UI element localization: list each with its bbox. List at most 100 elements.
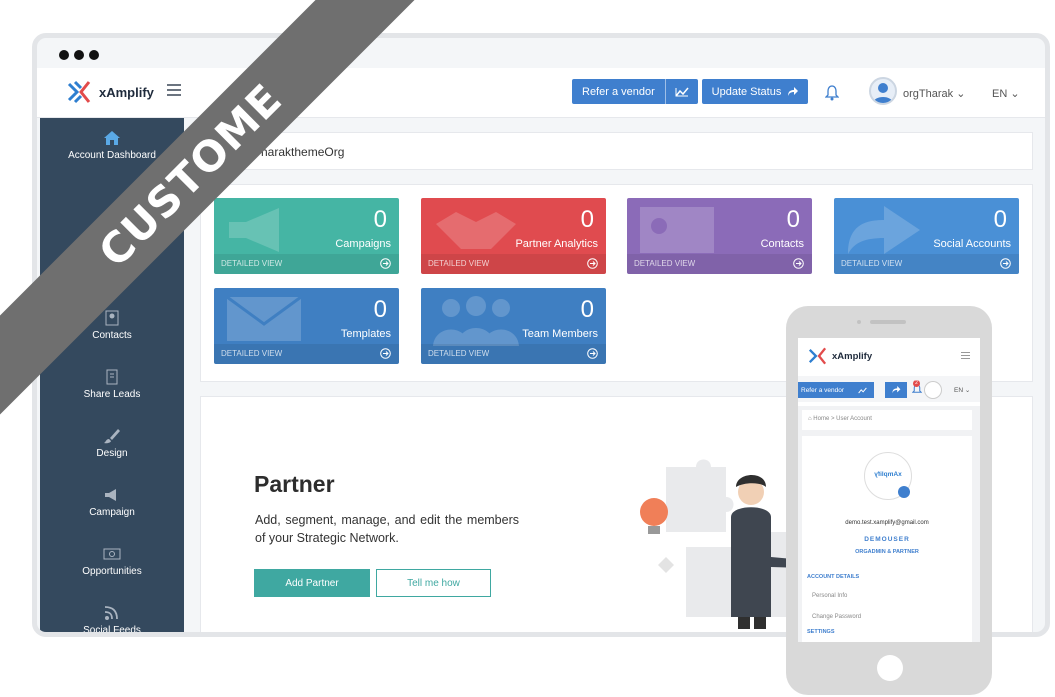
update-status-button[interactable]: Update Status bbox=[702, 79, 808, 104]
detailed-view-link[interactable]: DETAILED VIEW bbox=[421, 254, 606, 274]
mobile-app-logo[interactable]: xAmplify bbox=[808, 346, 872, 366]
sidebar-item-social-feeds[interactable]: Social Feeds bbox=[40, 605, 184, 636]
card-title: Team Members bbox=[522, 328, 598, 340]
arrow-circle-right-icon bbox=[587, 258, 598, 269]
partner-title: Partner bbox=[254, 471, 335, 497]
detailed-view-link[interactable]: DETAILED VIEW bbox=[627, 254, 812, 274]
refer-vendor-button[interactable]: Refer a vendor bbox=[572, 79, 698, 104]
templates-card[interactable]: 0 Templates DETAILED VIEW bbox=[214, 288, 399, 364]
notification-count: 2 bbox=[913, 380, 920, 387]
card-count: 0 bbox=[373, 206, 387, 233]
menu-toggle-icon[interactable] bbox=[167, 84, 181, 96]
user-avatar[interactable] bbox=[869, 77, 897, 105]
account-details-heading: ACCOUNT DETAILS bbox=[807, 574, 860, 580]
arrow-circle-right-icon bbox=[380, 258, 391, 269]
sidebar-item-label: Social Feeds bbox=[83, 625, 141, 636]
chevron-down-icon: ⌄ bbox=[1010, 88, 1020, 100]
camera-icon[interactable] bbox=[898, 486, 910, 498]
card-count: 0 bbox=[993, 206, 1007, 233]
breadcrumb: harakthemeOrg bbox=[200, 132, 1033, 170]
contacts-card[interactable]: 0 Contacts DETAILED VIEW bbox=[627, 198, 812, 274]
sidebar-item-label: Opportunities bbox=[82, 566, 142, 577]
add-partner-button[interactable]: Add Partner bbox=[254, 569, 370, 597]
arrow-circle-right-icon bbox=[793, 258, 804, 269]
social-accounts-card[interactable]: 0 Social Accounts DETAILED VIEW bbox=[834, 198, 1019, 274]
user-name: orgTharak bbox=[903, 88, 954, 100]
users-icon bbox=[433, 296, 519, 346]
arrow-circle-right-icon bbox=[587, 348, 598, 359]
phone-screen: xAmplify Refer a vendor 2 EN ⌄ ⌂ Home > … bbox=[798, 338, 980, 642]
refer-vendor-button[interactable]: Refer a vendor bbox=[798, 382, 874, 398]
app-logo[interactable]: xAmplify bbox=[67, 79, 154, 105]
user-menu[interactable]: orgTharak ⌄ bbox=[903, 87, 965, 100]
detailed-view-link[interactable]: DETAILED VIEW bbox=[834, 254, 1019, 274]
megaphone-icon bbox=[105, 489, 116, 501]
phone-mockup: xAmplify Refer a vendor 2 EN ⌄ ⌂ Home > … bbox=[786, 306, 992, 695]
logo-text: xAmplify bbox=[99, 84, 154, 100]
user-name: DEMOUSER bbox=[864, 536, 910, 543]
card-count: 0 bbox=[786, 206, 800, 233]
settings-heading: SETTINGS bbox=[807, 629, 835, 635]
mobile-body: ⌂ Home > User Account xAmplify demo.test… bbox=[798, 406, 980, 642]
user-account-card: xAmplify demo.test.xamplify@gmail.com DE… bbox=[802, 436, 972, 642]
share-leads-icon bbox=[106, 369, 118, 385]
handshake-icon bbox=[436, 212, 516, 249]
arrow-circle-right-icon bbox=[1000, 258, 1011, 269]
language-select[interactable]: EN ⌄ bbox=[954, 386, 970, 394]
tell-me-how-button[interactable]: Tell me how bbox=[376, 569, 491, 597]
update-status-button[interactable] bbox=[885, 382, 907, 398]
personal-info-link[interactable]: Personal Info bbox=[812, 593, 847, 599]
detailed-view-link[interactable]: DETAILED VIEW bbox=[214, 254, 399, 274]
sidebar-item-design[interactable]: Design bbox=[40, 428, 184, 459]
window-dot-3[interactable] bbox=[89, 50, 99, 60]
campaigns-card[interactable]: 0 Campaigns DETAILED VIEW bbox=[214, 198, 399, 274]
breadcrumb-home[interactable]: Home bbox=[813, 416, 829, 422]
breadcrumb-separator: > bbox=[830, 416, 835, 422]
sidebar-item-opportunities[interactable]: Opportunities bbox=[40, 546, 184, 577]
home-icon: ⌂ bbox=[808, 416, 812, 422]
avatar-logo-text: xAmplify bbox=[874, 471, 902, 478]
detailed-view-label: DETAILED VIEW bbox=[428, 259, 490, 268]
menu-toggle-icon[interactable] bbox=[961, 352, 970, 361]
detailed-view-link[interactable]: DETAILED VIEW bbox=[214, 344, 399, 364]
megaphone-icon bbox=[229, 208, 279, 252]
card-title: Social Accounts bbox=[933, 238, 1011, 250]
team-members-card[interactable]: 0 Team Members DETAILED VIEW bbox=[421, 288, 606, 364]
refer-vendor-label: Refer a vendor bbox=[572, 79, 666, 104]
detailed-view-label: DETAILED VIEW bbox=[428, 349, 490, 358]
detailed-view-label: DETAILED VIEW bbox=[221, 259, 283, 268]
partner-description: Add, segment, manage, and edit the membe… bbox=[255, 513, 519, 545]
card-title: Templates bbox=[340, 328, 391, 340]
sidebar-item-campaign[interactable]: Campaign bbox=[40, 487, 184, 518]
logo-text: xAmplify bbox=[832, 350, 873, 362]
mobile-action-bar: Refer a vendor 2 EN ⌄ bbox=[798, 376, 980, 402]
sidebar-item-label: Account Dashboard bbox=[68, 150, 156, 161]
detailed-view-link[interactable]: DETAILED VIEW bbox=[421, 344, 606, 364]
notification-bell-icon[interactable] bbox=[825, 85, 839, 101]
sidebar-item-label: Share Leads bbox=[83, 389, 141, 400]
window-dot-2[interactable] bbox=[74, 50, 84, 60]
phone-home-button[interactable] bbox=[877, 655, 903, 681]
card-count: 0 bbox=[580, 296, 594, 323]
partner-analytics-card[interactable]: 0 Partner Analytics DETAILED VIEW bbox=[421, 198, 606, 274]
rss-icon bbox=[104, 606, 118, 620]
sidebar-item-share-leads[interactable]: Share Leads bbox=[40, 369, 184, 400]
language-select[interactable]: EN ⌄ bbox=[992, 87, 1020, 100]
card-count: 0 bbox=[373, 296, 387, 323]
change-password-link[interactable]: Change Password bbox=[812, 614, 861, 620]
user-avatar[interactable] bbox=[924, 381, 942, 399]
card-title: Partner Analytics bbox=[515, 238, 598, 250]
id-card-icon bbox=[640, 207, 714, 253]
detailed-view-label: DETAILED VIEW bbox=[841, 259, 903, 268]
share-arrow-icon bbox=[892, 386, 901, 394]
arrow-circle-right-icon bbox=[380, 348, 391, 359]
update-status-label: Update Status bbox=[711, 85, 782, 98]
money-icon bbox=[103, 548, 121, 560]
language-value: EN bbox=[954, 387, 964, 394]
contacts-icon bbox=[105, 310, 119, 326]
phone-camera bbox=[857, 320, 861, 324]
window-dot-1[interactable] bbox=[59, 50, 69, 60]
sidebar-item-label: Campaign bbox=[89, 507, 135, 518]
xamplify-logo-icon bbox=[808, 347, 827, 365]
card-title: Contacts bbox=[760, 238, 804, 250]
